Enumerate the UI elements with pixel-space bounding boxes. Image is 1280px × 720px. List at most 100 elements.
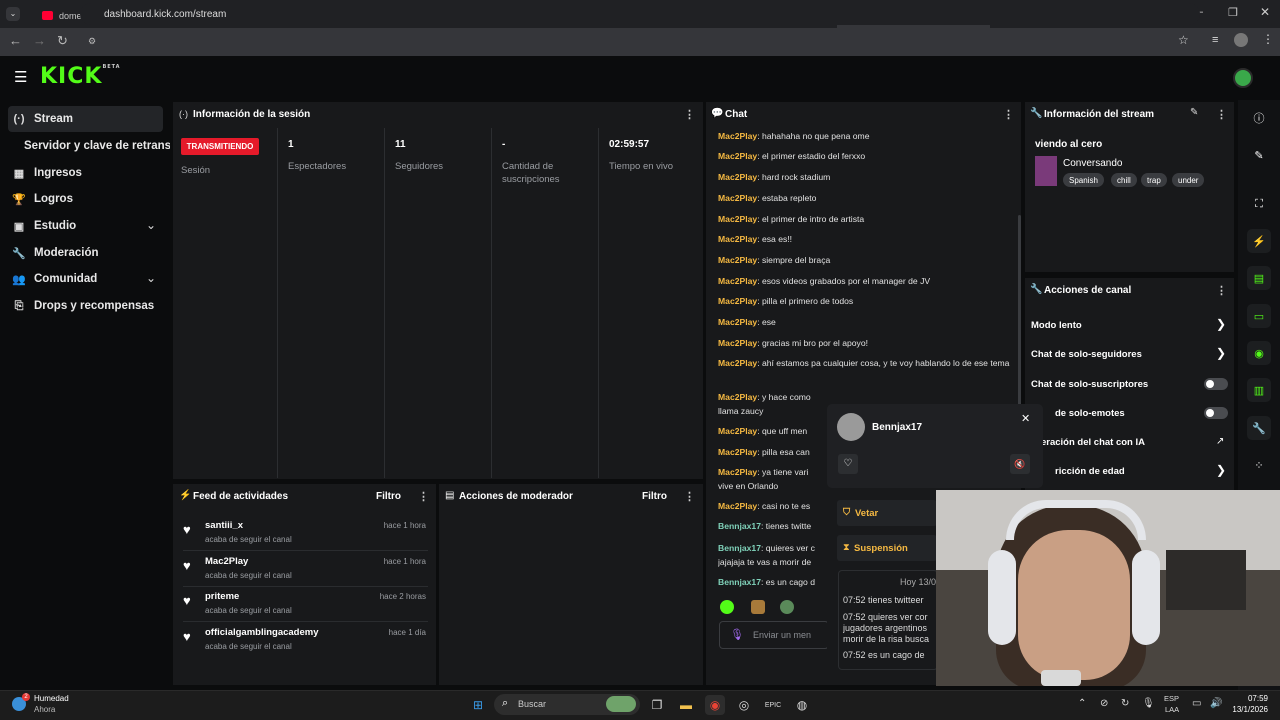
kebab-menu-icon[interactable]: ⋮ [1216, 284, 1227, 297]
sidebar-item-achievements[interactable]: 🏆 Logros [8, 186, 163, 212]
hamburger-menu-icon[interactable]: ☰ [14, 68, 27, 86]
microphone-icon[interactable]: 🎙 [730, 628, 744, 641]
chat-username[interactable]: Mac2Play [718, 131, 757, 141]
kebab-menu-icon[interactable]: ⋮ [1003, 108, 1014, 121]
chat-username[interactable]: Mac2Play [718, 255, 757, 265]
feed-user[interactable]: priteme [205, 591, 239, 602]
maximize-icon[interactable]: ❐ [1228, 6, 1238, 19]
windows-start-icon[interactable]: ⊞ [468, 695, 488, 715]
kebab-menu-icon[interactable]: ⋮ [684, 490, 695, 503]
chevron-right-icon[interactable]: ❯ [1216, 346, 1226, 360]
media-icon[interactable]: ≡ [1212, 34, 1218, 46]
sidebar-item-drops[interactable]: ⎘ Drops y recompensas [8, 293, 163, 319]
mod-filter-button[interactable]: Filtro [642, 491, 667, 502]
external-link-icon[interactable]: ↗ [1216, 436, 1224, 447]
microphone-icon[interactable]: 🎙 [1142, 698, 1155, 709]
chrome-icon[interactable]: ◉ [705, 695, 725, 715]
chat-bubble-icon[interactable]: ▭ [1247, 304, 1271, 328]
chevron-down-icon[interactable]: ⌄ [146, 218, 156, 232]
url-field[interactable]: dashboard.kick.com/stream [80, 3, 1200, 25]
chat-username[interactable]: Bennjax17 [718, 521, 761, 531]
chat-username[interactable]: Mac2Play [718, 276, 757, 286]
close-window-icon[interactable]: ✕ [1260, 5, 1270, 19]
lightning-icon[interactable]: ⚡ [1247, 229, 1271, 253]
task-view-icon[interactable]: ❐ [647, 695, 667, 715]
browser-menu-icon[interactable]: ⋮ [1262, 32, 1274, 46]
sidebar-item-server-key[interactable]: Servidor y clave de retransm [24, 133, 170, 159]
chat-username[interactable]: Mac2Play [718, 426, 757, 436]
heart-icon[interactable]: ♡ [838, 454, 858, 474]
emotes-only-toggle[interactable] [1204, 407, 1228, 419]
chat-username[interactable]: Bennjax17 [718, 577, 761, 587]
chat-username[interactable]: Mac2Play [718, 234, 757, 244]
profile-avatar[interactable] [1234, 33, 1248, 47]
site-info-icon[interactable]: ⚙ [88, 36, 96, 47]
subscribers-only-toggle[interactable] [1204, 378, 1228, 390]
chat-username[interactable]: Mac2Play [718, 317, 757, 327]
feed-filter-button[interactable]: Filtro [376, 491, 401, 502]
tab-search-icon[interactable]: ⌄ [6, 7, 20, 21]
chat-username[interactable]: Mac2Play [718, 214, 757, 224]
feed-user[interactable]: officialgamblingacademy [205, 627, 319, 638]
fullscreen-icon[interactable]: ⛶ [1247, 192, 1271, 216]
chat-username[interactable]: Mac2Play [718, 447, 757, 457]
sidebar-item-community[interactable]: 👥 Comunidad [8, 266, 163, 292]
kebab-menu-icon[interactable]: ⋮ [1216, 108, 1227, 121]
sync-icon[interactable]: ↻ [1121, 698, 1129, 709]
sidebar-item-studio[interactable]: ▣ Estudio [8, 213, 163, 239]
back-icon[interactable]: ← [9, 33, 22, 48]
close-icon[interactable]: ✕ [1021, 412, 1030, 425]
reload-icon[interactable]: ↻ [57, 33, 68, 49]
chat-username[interactable]: Mac2Play [718, 501, 757, 511]
apps-icon[interactable]: ⁘ [1247, 453, 1271, 477]
ban-button[interactable] [837, 500, 937, 526]
chat-username[interactable]: Mac2Play [718, 193, 757, 203]
epic-games-icon[interactable]: EPIC [763, 695, 783, 715]
tray-chevron-icon[interactable]: ⌃ [1078, 698, 1086, 709]
chevron-right-icon[interactable]: ❯ [1216, 317, 1226, 331]
kebab-menu-icon[interactable]: ⋮ [418, 490, 429, 503]
chat-username[interactable]: Mac2Play [718, 467, 757, 477]
language-primary[interactable]: ESP [1164, 694, 1179, 703]
emote-icon[interactable] [780, 600, 794, 614]
slow-mode-label[interactable]: Modo lento [1031, 320, 1082, 331]
obs-icon[interactable]: ◎ [734, 695, 754, 715]
chat-username[interactable]: Bennjax17 [718, 543, 761, 553]
kick-logo[interactable]: KICKBETA [40, 64, 121, 89]
broadcast-icon[interactable]: ◉ [1247, 341, 1271, 365]
chat-username[interactable]: Mac2Play [718, 172, 757, 182]
clock-date[interactable]: 13/1/2026 [1224, 705, 1268, 714]
ai-moderation-label[interactable]: eración del chat con IA [1041, 437, 1145, 448]
chevron-down-icon[interactable]: ⌄ [146, 271, 156, 285]
wrench-icon[interactable]: 🔧 [1247, 416, 1271, 440]
feed-user[interactable]: Mac2Play [205, 556, 248, 567]
user-card-username[interactable]: Bennjax17 [872, 422, 922, 433]
chevron-right-icon[interactable]: ❯ [1216, 463, 1226, 477]
sidebar-item-stream[interactable]: (·) Stream [8, 106, 163, 132]
monitor-icon[interactable]: ▭ [1192, 698, 1201, 709]
forward-icon[interactable]: → [33, 33, 46, 48]
chat-username[interactable]: Mac2Play [718, 392, 757, 402]
document-icon[interactable]: ▤ [1247, 266, 1271, 290]
chat-username[interactable]: Mac2Play [718, 296, 757, 306]
app-icon[interactable]: ◍ [792, 695, 812, 715]
user-avatar[interactable] [1233, 68, 1253, 88]
file-explorer-icon[interactable]: ▬ [676, 695, 696, 715]
feed-user[interactable]: santiii_x [205, 520, 243, 531]
followers-only-label[interactable]: Chat de solo-seguidores [1031, 349, 1142, 360]
language-secondary[interactable]: LAA [1165, 705, 1179, 714]
layout-icon[interactable]: ▥ [1247, 378, 1271, 402]
pencil-icon[interactable]: ✎ [1190, 107, 1198, 118]
age-restriction-label[interactable]: ricción de edad [1055, 466, 1125, 477]
pencil-icon[interactable]: ✎ [1247, 143, 1271, 167]
sidebar-item-moderation[interactable]: 🔧 Moderación [8, 240, 163, 266]
chat-username[interactable]: Mac2Play [718, 338, 757, 348]
sidebar-item-revenue[interactable]: ▦ Ingresos [8, 160, 163, 186]
chat-username[interactable]: Mac2Play [718, 358, 757, 368]
network-off-icon[interactable]: ⊘ [1100, 698, 1108, 709]
clock-time[interactable]: 07:59 [1220, 694, 1268, 703]
emote-icon[interactable] [751, 600, 765, 614]
chat-username[interactable]: Mac2Play [718, 151, 757, 161]
kebab-menu-icon[interactable]: ⋮ [684, 108, 695, 121]
info-icon[interactable]: ⓘ [1247, 106, 1271, 130]
